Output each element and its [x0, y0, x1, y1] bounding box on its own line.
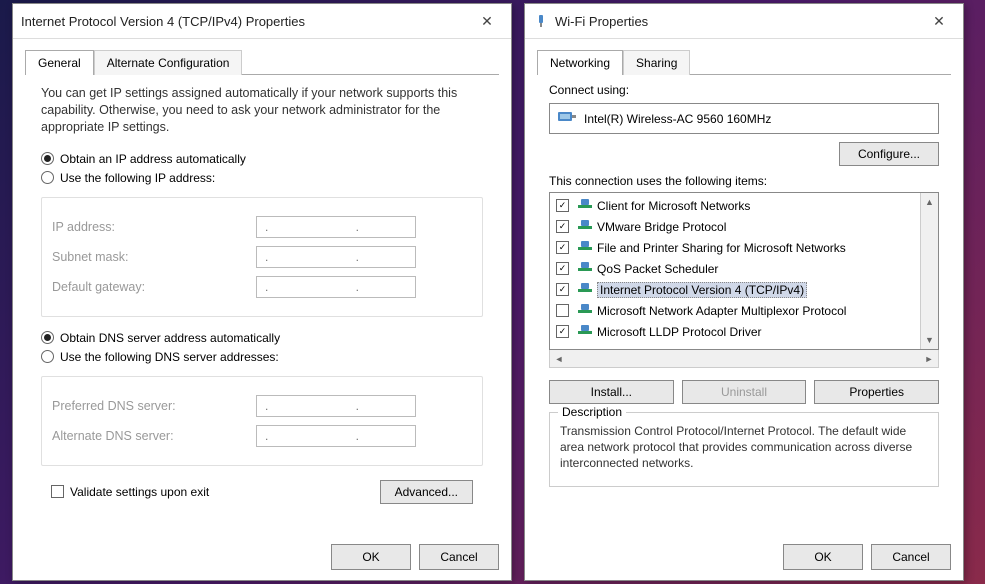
label-default-gateway: Default gateway:	[46, 280, 256, 294]
radio-use-ip[interactable]: Use the following IP address:	[41, 171, 483, 185]
protocol-label: Microsoft Network Adapter Multiplexor Pr…	[597, 304, 846, 318]
radio-icon	[41, 152, 54, 165]
close-icon[interactable]: ✕	[471, 7, 503, 35]
install-button[interactable]: Install...	[549, 380, 674, 404]
label-subnet-mask: Subnet mask:	[46, 250, 256, 264]
checkbox-icon[interactable]	[556, 220, 569, 233]
protocol-icon	[577, 218, 593, 235]
uninstall-button: Uninstall	[682, 380, 807, 404]
cancel-button[interactable]: Cancel	[419, 544, 499, 570]
description-text: You can get IP settings assigned automat…	[41, 85, 483, 136]
titlebar: Wi-Fi Properties ✕	[525, 4, 963, 39]
protocol-icon	[577, 260, 593, 277]
input-preferred-dns[interactable]	[256, 395, 416, 417]
scroll-down-icon[interactable]: ▼	[921, 331, 938, 349]
checkbox-icon[interactable]	[556, 325, 569, 338]
input-alternate-dns[interactable]	[256, 425, 416, 447]
radio-use-dns[interactable]: Use the following DNS server addresses:	[41, 350, 483, 364]
checkbox-icon[interactable]	[556, 241, 569, 254]
properties-button[interactable]: Properties	[814, 380, 939, 404]
checkbox-icon[interactable]	[556, 283, 569, 296]
tab-strip: General Alternate Configuration	[25, 49, 499, 75]
protocol-icon	[577, 281, 593, 298]
ip-fields-group: IP address: Subnet mask: Default gateway…	[41, 197, 483, 317]
dialog-title: Internet Protocol Version 4 (TCP/IPv4) P…	[21, 14, 471, 29]
adapter-icon	[558, 110, 576, 127]
protocol-item[interactable]: Client for Microsoft Networks	[550, 195, 920, 216]
tab-alternate-configuration[interactable]: Alternate Configuration	[94, 50, 243, 75]
wifi-icon	[533, 13, 549, 29]
protocol-icon	[577, 239, 593, 256]
protocol-label: File and Printer Sharing for Microsoft N…	[597, 241, 846, 255]
radio-icon	[41, 350, 54, 363]
ok-button[interactable]: OK	[331, 544, 411, 570]
dialog-title: Wi-Fi Properties	[555, 14, 923, 29]
vertical-scrollbar[interactable]: ▲ ▼	[920, 193, 938, 349]
items-label: This connection uses the following items…	[549, 174, 939, 188]
description-legend: Description	[558, 405, 626, 419]
cancel-button[interactable]: Cancel	[871, 544, 951, 570]
close-icon[interactable]: ✕	[923, 7, 955, 35]
checkbox-validate-settings[interactable]: Validate settings upon exit	[51, 485, 209, 499]
checkbox-icon[interactable]	[556, 199, 569, 212]
connect-using-label: Connect using:	[549, 83, 939, 97]
tab-networking[interactable]: Networking	[537, 50, 623, 75]
label-alternate-dns: Alternate DNS server:	[46, 429, 256, 443]
tab-sharing[interactable]: Sharing	[623, 50, 690, 75]
description-group: Description Transmission Control Protoco…	[549, 412, 939, 487]
protocol-label: QoS Packet Scheduler	[597, 262, 718, 276]
checkbox-icon[interactable]	[556, 304, 569, 317]
dns-fields-group: Preferred DNS server: Alternate DNS serv…	[41, 376, 483, 466]
items-listbox: Client for Microsoft Networks VMware Brid…	[549, 192, 939, 350]
scroll-right-icon[interactable]: ►	[920, 350, 938, 367]
radio-obtain-dns-auto[interactable]: Obtain DNS server address automatically	[41, 331, 483, 345]
description-text: Transmission Control Protocol/Internet P…	[560, 423, 928, 472]
protocol-item[interactable]: Microsoft LLDP Protocol Driver	[550, 321, 920, 342]
scroll-left-icon[interactable]: ◄	[550, 350, 568, 367]
adapter-box: Intel(R) Wireless-AC 9560 160MHz	[549, 103, 939, 134]
protocol-label: Internet Protocol Version 4 (TCP/IPv4)	[597, 282, 807, 298]
adapter-name: Intel(R) Wireless-AC 9560 160MHz	[584, 112, 771, 126]
radio-icon	[41, 331, 54, 344]
protocol-label: VMware Bridge Protocol	[597, 220, 726, 234]
checkbox-icon	[51, 485, 64, 498]
protocol-icon	[577, 302, 593, 319]
label-ip-address: IP address:	[46, 220, 256, 234]
protocol-icon	[577, 323, 593, 340]
tab-general[interactable]: General	[25, 50, 94, 75]
protocol-item[interactable]: Microsoft Network Adapter Multiplexor Pr…	[550, 300, 920, 321]
radio-icon	[41, 171, 54, 184]
protocol-item[interactable]: File and Printer Sharing for Microsoft N…	[550, 237, 920, 258]
wifi-properties-dialog: Wi-Fi Properties ✕ Networking Sharing Co…	[524, 3, 964, 581]
configure-button[interactable]: Configure...	[839, 142, 939, 166]
titlebar: Internet Protocol Version 4 (TCP/IPv4) P…	[13, 4, 511, 39]
input-subnet-mask[interactable]	[256, 246, 416, 268]
protocol-label: Microsoft LLDP Protocol Driver	[597, 325, 762, 339]
ok-button[interactable]: OK	[783, 544, 863, 570]
protocol-icon	[577, 197, 593, 214]
tab-strip: Networking Sharing	[537, 49, 951, 75]
checkbox-icon[interactable]	[556, 262, 569, 275]
protocol-item[interactable]: Internet Protocol Version 4 (TCP/IPv4)	[550, 279, 920, 300]
input-default-gateway[interactable]	[256, 276, 416, 298]
protocol-item[interactable]: VMware Bridge Protocol	[550, 216, 920, 237]
protocol-label: Client for Microsoft Networks	[597, 199, 750, 213]
protocol-item[interactable]: QoS Packet Scheduler	[550, 258, 920, 279]
horizontal-scrollbar[interactable]: ◄ ►	[549, 350, 939, 368]
advanced-button[interactable]: Advanced...	[380, 480, 473, 504]
scroll-up-icon[interactable]: ▲	[921, 193, 938, 211]
radio-obtain-ip-auto[interactable]: Obtain an IP address automatically	[41, 152, 483, 166]
ipv4-properties-dialog: Internet Protocol Version 4 (TCP/IPv4) P…	[12, 3, 512, 581]
label-preferred-dns: Preferred DNS server:	[46, 399, 256, 413]
input-ip-address[interactable]	[256, 216, 416, 238]
